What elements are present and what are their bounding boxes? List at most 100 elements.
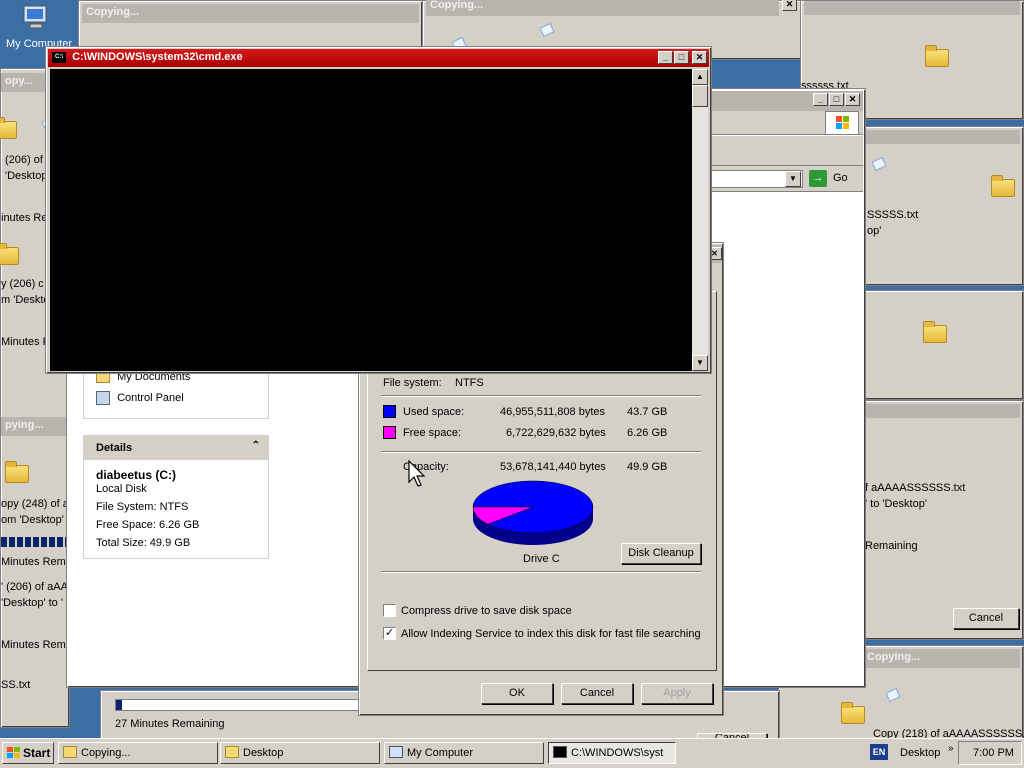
taskbar-button-my-computer[interactable]: My Computer [384, 742, 544, 764]
copy-status-text: (206) of [5, 154, 43, 166]
drive-file-system: File System: NTFS [96, 501, 189, 513]
close-button[interactable]: ✕ [692, 51, 707, 64]
cancel-button[interactable]: Cancel [953, 608, 1019, 629]
toolbar-chevron-icon[interactable]: » [948, 743, 954, 754]
indexing-service-checkbox[interactable]: ✓ [383, 627, 396, 640]
separator [381, 395, 701, 397]
copy-status-text: f aAAAASSSSSS.txt [865, 482, 966, 494]
progress-bar [1, 537, 67, 547]
taskbar-button-cmd[interactable]: C:\WINDOWS\syst [548, 742, 676, 764]
copy-dialog-right-4: f aAAAASSSSSS.txt ' to 'Desktop' Remaini… [862, 400, 1024, 640]
clock-area[interactable]: 7:00 PM [958, 741, 1022, 765]
copy-status-text: inutes Re [1, 212, 48, 224]
file-system-value: NTFS [455, 377, 484, 389]
copy-title-partial: pying... [1, 417, 71, 436]
go-button[interactable]: → Go [807, 169, 855, 189]
my-computer-desktop-icon[interactable]: My Computer [4, 0, 72, 52]
computer-icon [23, 5, 47, 29]
address-dropdown-button[interactable]: ▼ [785, 171, 801, 187]
copy-status-text: Remaining [865, 540, 918, 552]
free-space-swatch [383, 426, 396, 439]
scroll-thumb[interactable] [692, 85, 708, 107]
folder-icon [923, 321, 947, 343]
maximize-button[interactable]: □ [829, 93, 844, 106]
copy-dialog-title [804, 1, 1020, 15]
minutes-remaining-text: 27 Minutes Remaining [115, 718, 225, 730]
ok-button[interactable]: OK [481, 683, 553, 704]
copy-dialog-title [866, 130, 1020, 144]
close-button[interactable]: ✕ [845, 93, 860, 106]
copy-status-text: 'Desktop' to ' [1, 597, 63, 609]
paper-icon [885, 687, 901, 703]
start-button[interactable]: Start [2, 742, 54, 764]
separator [381, 571, 701, 573]
folder-icon [0, 243, 19, 265]
cmd-titlebar: C:\ C:\WINDOWS\system32\cmd.exe [48, 49, 709, 67]
copy-status-text: Minutes Rema [1, 556, 72, 568]
used-space-swatch [383, 405, 396, 418]
progress-fill [116, 700, 122, 710]
details-header[interactable]: Details ⌃ [84, 436, 268, 460]
capacity-gb: 49.9 GB [627, 461, 668, 473]
windows-flag-icon [7, 747, 20, 759]
maximize-button[interactable]: □ [674, 51, 689, 64]
go-arrow-icon: → [809, 170, 827, 187]
mouse-cursor-icon [408, 460, 426, 487]
copy-status-text: SSSSS.txt [867, 209, 919, 221]
free-space-label: Free space: [403, 427, 462, 439]
drive-name: diabeetus (C:) [96, 468, 177, 482]
copy-dialog-title [866, 404, 1020, 418]
copy-dialog-title: Copying... [426, 0, 779, 16]
close-button[interactable]: ✕ [782, 0, 797, 11]
capacity-bytes: 53,678,141,440 bytes [500, 461, 606, 473]
copy-status-text: SS.txt [1, 679, 31, 691]
free-space-gb: 6.26 GB [627, 427, 668, 439]
used-space-bytes: 46,955,511,808 bytes [500, 406, 605, 418]
used-space-label: Used space: [403, 406, 465, 418]
copy-status-text: Minutes R [1, 336, 51, 348]
minimize-button[interactable]: _ [813, 93, 828, 106]
cancel-button[interactable]: Cancel [561, 683, 633, 704]
console-scrollbar[interactable]: ▲ ▼ [692, 69, 708, 371]
folder-icon [0, 117, 17, 139]
progress-bar [115, 699, 365, 711]
other-places-panel: My Documents Control Panel [83, 369, 269, 419]
compress-drive-checkbox[interactable] [383, 604, 396, 617]
language-indicator[interactable]: EN [870, 744, 888, 760]
taskbar-button-desktop[interactable]: Desktop [220, 742, 380, 764]
copy-dialog-right-3 [862, 290, 1024, 400]
console-area[interactable] [50, 69, 692, 371]
drive-free-space: Free Space: 6.26 GB [96, 519, 200, 531]
collapse-chevron-icon[interactable]: ⌃ [252, 440, 260, 451]
copy-dialog-right-2: SSSSS.txt op' [862, 126, 1024, 286]
apply-button[interactable]: Apply [641, 683, 713, 704]
minimize-button[interactable]: _ [658, 51, 673, 64]
scroll-up-arrow-icon[interactable]: ▲ [692, 69, 708, 85]
details-panel: Details ⌃ diabeetus (C:) Local Disk File… [83, 435, 269, 559]
folder-icon [925, 45, 949, 67]
folder-icon [225, 746, 239, 758]
used-space-gb: 43.7 GB [627, 406, 668, 418]
indexing-service-label: Allow Indexing Service to index this dis… [401, 628, 701, 640]
paper-icon [871, 156, 887, 172]
copy-status-text: om 'Desktop' t [1, 514, 71, 526]
scroll-down-arrow-icon[interactable]: ▼ [692, 355, 708, 371]
disk-cleanup-button[interactable]: Disk Cleanup [621, 543, 701, 564]
folder-icon [841, 702, 865, 724]
copy-status-text: ' (206) of aAA [1, 581, 68, 593]
desktop-toolbar-label[interactable]: Desktop [900, 747, 940, 759]
taskbar-button-copying[interactable]: Copying... [58, 742, 218, 764]
system-tray: EN Desktop » 7:00 PM [868, 741, 1022, 765]
copy-status-text: ' to 'Desktop' [865, 498, 927, 510]
control-panel-icon [96, 391, 110, 405]
cmd-window: C:\ C:\WINDOWS\system32\cmd.exe _ □ ✕ ▲ … [45, 46, 712, 374]
copy-dialog-title: Copying... [82, 4, 419, 23]
windows-logo-icon [825, 111, 859, 135]
paper-icon [539, 22, 555, 38]
copy-status-text: 'Desktop [5, 170, 48, 182]
folder-icon [63, 746, 77, 758]
copy-status-text: opy (248) of a [1, 498, 69, 510]
compress-drive-label: Compress drive to save disk space [401, 605, 572, 617]
other-places-item-control-panel[interactable]: Control Panel [96, 391, 184, 405]
free-space-bytes: 6,722,629,632 bytes [506, 427, 606, 439]
